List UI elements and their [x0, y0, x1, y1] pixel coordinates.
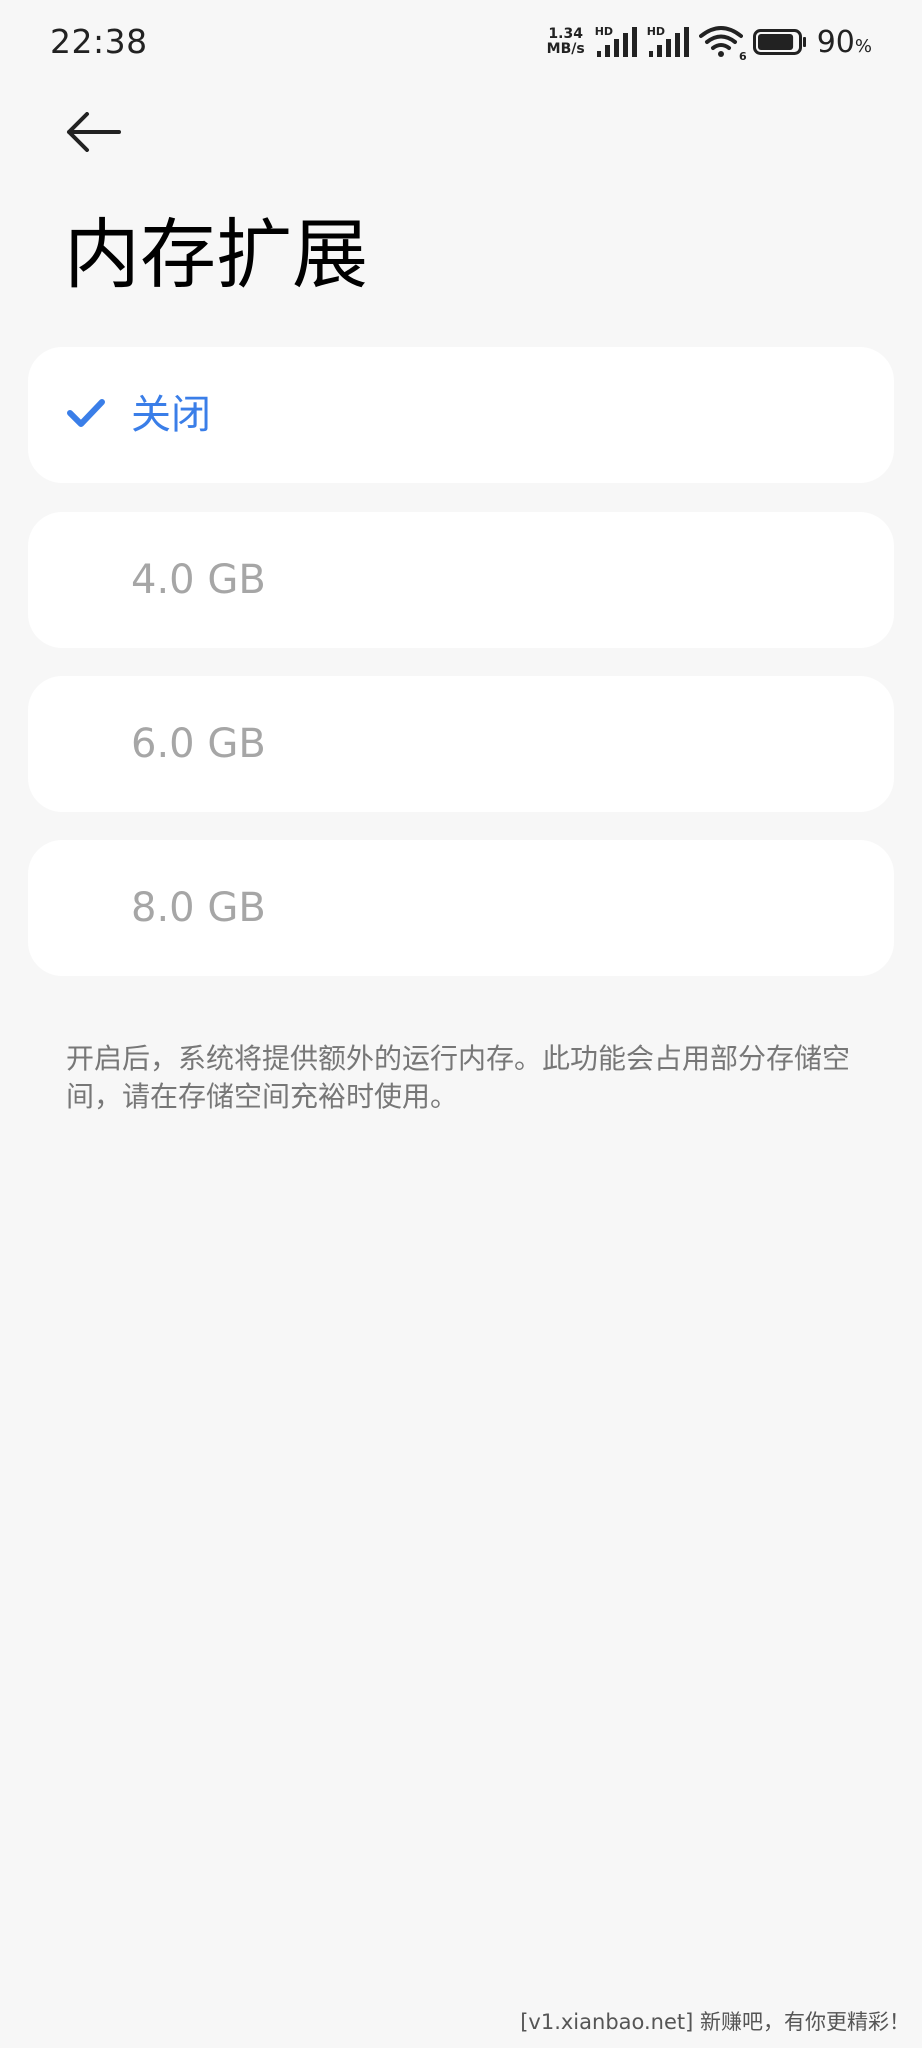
wifi-icon: 6: [698, 25, 747, 63]
status-time: 22:38: [50, 22, 148, 61]
option-off-label: 关闭: [131, 392, 211, 438]
battery-icon: [752, 29, 807, 55]
status-icons: 1.34 MB/s HD HD 6 90%: [547, 22, 872, 64]
battery-percentage: 90%: [817, 25, 872, 60]
sim2-signal-icon: HD: [647, 25, 689, 59]
battery-percentage-value: 90: [816, 24, 855, 60]
sim1-signal-icon: HD: [595, 25, 637, 59]
battery-percentage-unit: %: [854, 35, 872, 57]
option-6gb[interactable]: 6.0 GB: [28, 676, 894, 812]
network-speed-unit: MB/s: [546, 41, 585, 57]
option-4gb-label: 4.0 GB: [131, 557, 266, 603]
checkmark-icon: [67, 399, 105, 427]
wifi-standard-label: 6: [739, 50, 747, 63]
description-text: 开启后，系统将提供额外的运行内存。此功能会占用部分存储空间，请在存储空间充裕时使…: [66, 1042, 851, 1113]
page-title: 内存扩展: [64, 210, 368, 299]
option-8gb[interactable]: 8.0 GB: [28, 840, 894, 976]
status-bar: 22:38 1.34 MB/s HD HD 6 90%: [0, 0, 922, 84]
option-4gb[interactable]: 4.0 GB: [28, 512, 894, 648]
network-speed: 1.34 MB/s: [547, 27, 585, 57]
option-6gb-label: 6.0 GB: [131, 721, 266, 767]
back-button[interactable]: [58, 104, 128, 160]
option-off[interactable]: 关闭: [28, 347, 894, 483]
arrow-left-icon: [67, 112, 121, 152]
watermark: [v1.xianbao.net] 新赚吧，有你更精彩！: [520, 2010, 910, 2034]
network-speed-value: 1.34: [548, 26, 583, 42]
option-8gb-label: 8.0 GB: [131, 885, 266, 931]
